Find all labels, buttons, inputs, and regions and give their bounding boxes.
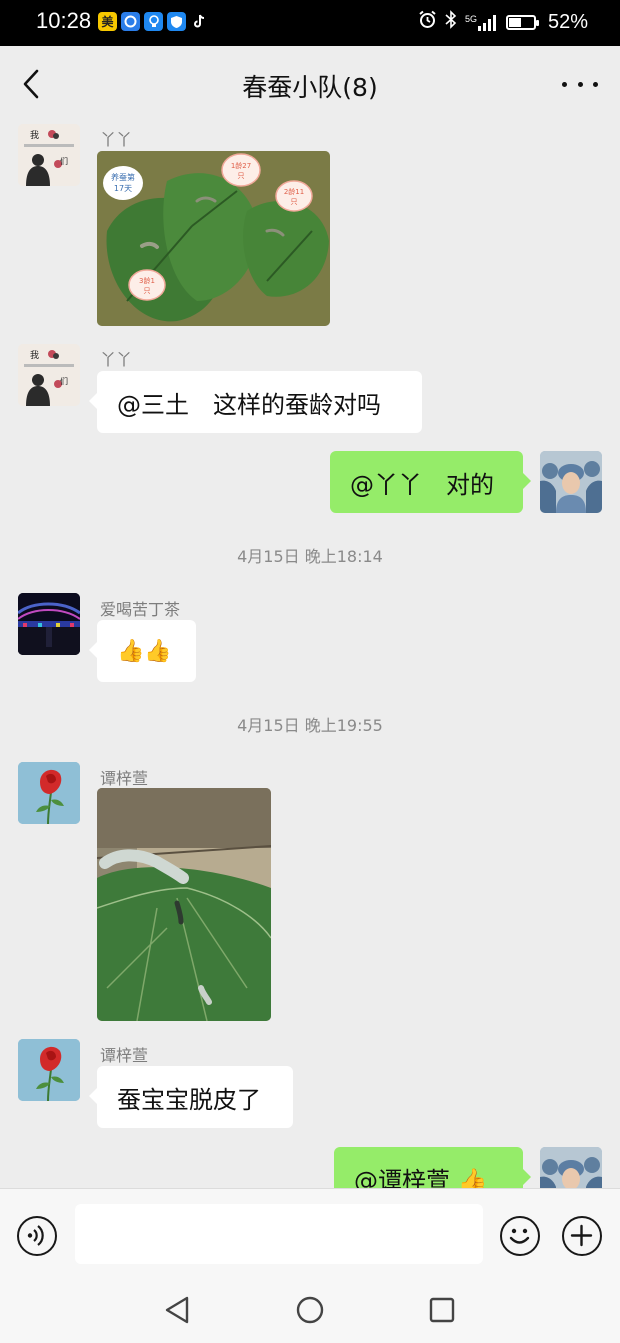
avatar[interactable] [18,762,80,824]
sender-name: 谭梓萱 [100,1046,149,1065]
status-time: 10:28 [36,8,92,33]
nav-home-button[interactable] [296,1295,324,1329]
svg-text:们: 们 [60,376,68,386]
sticker-text: 只 [144,287,151,295]
square-recents-icon [429,1297,455,1323]
meituan-icon: 美 [98,12,117,31]
voice-icon [27,1225,44,1246]
chat-title: 春蚕小队(8) [242,73,378,102]
message-bubble[interactable]: 蚕宝宝脱皮了 [89,1066,293,1128]
self-avatar[interactable] [540,1147,602,1188]
avatar-image [18,762,80,824]
battery-percent: 52% [547,10,588,33]
message-bubble-self[interactable]: @谭梓萱 👍 [334,1147,531,1188]
avatar-image [18,1039,80,1101]
dot [562,81,567,87]
triangle-back-icon [165,1296,189,1324]
svg-text:我: 我 [30,350,39,361]
bluetooth-icon [445,10,457,34]
avatar[interactable] [18,1039,80,1101]
avatar[interactable]: 我 们 [18,124,80,186]
nav-back-button[interactable] [163,1295,191,1329]
qq-browser-icon [121,12,140,31]
dot [593,81,598,87]
message-bubble[interactable]: 👍👍 [89,620,196,682]
emoji-button[interactable] [500,1216,540,1256]
plus-icon [570,1224,593,1247]
avatar-image: 我 们 [18,124,80,186]
circle-home-icon [296,1296,324,1324]
silkworm-photo [97,788,271,1021]
alarm-icon [418,10,437,34]
message-list[interactable]: 我 们 丫丫 养蚕第 17天 1龄27 只 2龄11 只 3龄1 只 我 们 丫… [0,120,620,1188]
message-bubble[interactable]: @三土 这样的蚕龄对吗 [89,371,422,433]
sender-name: 爱喝苦丁茶 [100,600,181,619]
notification-icons: 美 [98,12,209,31]
avatar[interactable]: 我 们 [18,344,80,406]
sender-name: 谭梓萱 [100,769,149,788]
photo-message[interactable] [97,788,271,1021]
avatar-image [540,451,602,513]
sticker-text: 只 [238,172,245,180]
message-input[interactable] [75,1204,483,1264]
sender-name: 丫丫 [100,130,133,149]
self-avatar[interactable] [540,451,602,513]
system-nav-bar [0,1282,620,1343]
timestamp: 4月15日 晚上19:55 [237,716,383,735]
avatar[interactable] [18,593,80,655]
sender-name: 丫丫 [100,350,133,369]
svg-text:们: 们 [60,156,68,166]
status-bar: 10:28 美 5G 52% [0,0,620,46]
sticker-text: 只 [291,198,298,206]
battery-icon [505,14,539,30]
sticker-text: 养蚕第 [111,172,135,182]
more-functions-button[interactable] [562,1216,602,1256]
sticker-text: 17天 [114,184,132,193]
chat-header: 春蚕小队(8) [0,46,620,120]
thumbs-up-emoji: 👍👍 [117,638,172,664]
bulb-icon [144,12,163,31]
tiktok-icon [190,12,209,31]
voice-button[interactable] [17,1216,57,1256]
sticker-text: 2龄11 [284,187,304,196]
smiley-icon [509,1228,530,1244]
sticker-text: 1龄27 [231,161,251,170]
input-bar [0,1188,620,1283]
avatar-image [18,593,80,655]
network-type: 5G [464,13,477,24]
mulberry-leaves-photo: 养蚕第 17天 1龄27 只 2龄11 只 3龄1 只 [97,151,330,326]
sticker-text: 3龄1 [139,276,155,285]
avatar-image [540,1147,602,1188]
shield-app-icon [167,12,186,31]
photo-message[interactable]: 养蚕第 17天 1龄27 只 2龄11 只 3龄1 只 [97,151,330,326]
avatar-image: 我 们 [18,344,80,406]
message-bubble-self[interactable]: @丫丫 对的 [330,451,531,513]
status-right: 5G 52% [418,10,588,34]
dot [577,81,583,87]
more-button[interactable] [562,74,598,94]
signal-icon: 5G [465,14,498,31]
timestamp: 4月15日 晚上18:14 [237,547,383,566]
svg-text:我: 我 [30,130,39,141]
nav-recents-button[interactable] [428,1295,456,1329]
